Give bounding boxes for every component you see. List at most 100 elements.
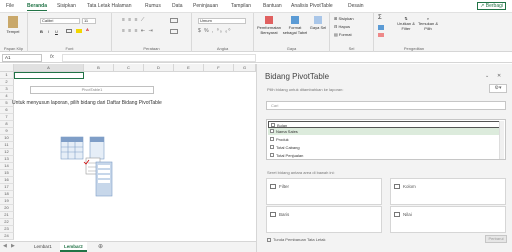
align-left-icons[interactable]: ≡ ≡ ≡ ⇤ ⇥ xyxy=(122,29,154,34)
font-color-icon[interactable]: A xyxy=(86,27,89,32)
tab-home[interactable]: Beranda xyxy=(27,3,48,11)
font-name-select[interactable]: Calibri xyxy=(40,18,80,24)
values-area[interactable]: Nilai xyxy=(390,206,506,233)
select-all-corner[interactable] xyxy=(0,64,14,72)
search-input[interactable]: Cari xyxy=(266,101,506,110)
field-item[interactable]: Total Penjualan xyxy=(268,152,501,159)
pane-dropdown-icon[interactable]: ⌄ xyxy=(485,73,489,79)
name-box[interactable]: A1 xyxy=(2,54,42,62)
row-header[interactable]: 23 xyxy=(0,226,14,233)
tab-help[interactable]: Bantuan xyxy=(263,3,282,9)
scroll-left-icon[interactable]: ◀ xyxy=(3,243,7,249)
italic-button[interactable]: I xyxy=(48,29,49,34)
sort-filter-button[interactable]: ⇅ Urutkan & Filter xyxy=(396,16,416,31)
bold-button[interactable]: B xyxy=(40,29,43,34)
field-checkbox[interactable] xyxy=(270,137,274,141)
format-cells-button[interactable]: ▤ Format xyxy=(334,32,352,37)
paste-button[interactable]: Tempel xyxy=(4,16,22,34)
add-sheet-icon[interactable]: ⊕ xyxy=(98,243,103,250)
close-icon[interactable]: ✕ xyxy=(497,73,501,79)
gear-icon[interactable]: ⚙▾ xyxy=(489,84,507,93)
row-header[interactable]: 6 xyxy=(0,107,14,114)
fill-color-icon[interactable] xyxy=(76,29,82,33)
tab-review[interactable]: Peninjauan xyxy=(193,3,218,9)
delete-cells-button[interactable]: ⊟ Hapus xyxy=(334,24,350,29)
row-header[interactable]: 12 xyxy=(0,149,14,156)
update-button[interactable]: Perbarui xyxy=(485,235,507,243)
row-header[interactable]: 1 xyxy=(0,72,14,79)
tab-insert[interactable]: Sisipkan xyxy=(57,3,76,9)
field-item[interactable]: Nama Sales xyxy=(268,128,501,135)
worksheet-grid[interactable]: A B C D E F G 1 2 3 4 5 6 7 8 9 10 11 12… xyxy=(0,64,256,241)
underline-button[interactable]: U xyxy=(55,29,58,34)
sheet-tab-lembar2[interactable]: Lembar2 xyxy=(60,242,87,252)
tab-file[interactable]: File xyxy=(6,3,14,9)
field-checkbox[interactable] xyxy=(270,153,274,157)
row-header[interactable]: 11 xyxy=(0,142,14,149)
row-header[interactable]: 21 xyxy=(0,212,14,219)
row-header[interactable]: 24 xyxy=(0,233,14,240)
tab-pivot-analyze[interactable]: Analisis PivotTable xyxy=(291,3,333,9)
row-header[interactable]: 13 xyxy=(0,156,14,163)
fx-icon[interactable]: fx xyxy=(50,54,54,60)
row-header[interactable]: 7 xyxy=(0,114,14,121)
find-select-button[interactable]: ⌕ Temukan & Pilih xyxy=(418,16,438,31)
row-header[interactable]: 3 xyxy=(0,86,14,93)
field-checkbox[interactable] xyxy=(271,123,275,127)
row-header[interactable]: 16 xyxy=(0,177,14,184)
defer-update-checkbox[interactable]: Tunda Pembaruan Tata Letak xyxy=(267,237,325,242)
columns-area[interactable]: Kolom xyxy=(390,178,506,205)
defer-checkbox-box[interactable] xyxy=(267,237,271,242)
cell-styles-button[interactable]: Gaya Sel xyxy=(308,16,328,30)
field-item[interactable]: Produk xyxy=(268,136,501,143)
sheet-tab-lembar1[interactable]: Lembar1 xyxy=(30,242,56,252)
row-header[interactable]: 20 xyxy=(0,205,14,212)
number-format-select[interactable]: Umum xyxy=(198,18,246,24)
align-top-icons[interactable]: ≡ ≡ ≡ ⟋ xyxy=(122,18,145,23)
row-header[interactable]: 10 xyxy=(0,135,14,142)
font-size-select[interactable]: 11 xyxy=(82,18,96,24)
tab-data[interactable]: Data xyxy=(172,3,183,9)
row-header[interactable]: 8 xyxy=(0,121,14,128)
pivot-placeholder-title-box[interactable]: PivotTable1 xyxy=(30,86,154,94)
filters-area[interactable]: Filter xyxy=(266,178,382,205)
share-button[interactable]: ↗ Berbagi xyxy=(477,2,506,10)
active-cell[interactable] xyxy=(14,72,84,79)
tab-formulas[interactable]: Rumus xyxy=(145,3,161,9)
format-as-table-button[interactable]: Format sebagai Tabel xyxy=(282,16,308,35)
row-header[interactable]: 18 xyxy=(0,191,14,198)
rows-area[interactable]: Baris xyxy=(266,206,382,233)
column-header[interactable]: D xyxy=(144,64,174,72)
column-header[interactable]: A xyxy=(14,64,84,72)
column-header[interactable]: E xyxy=(174,64,204,72)
tab-view[interactable]: Tampilan xyxy=(231,3,251,9)
field-item[interactable]: Bulan xyxy=(268,121,501,128)
row-header[interactable]: 19 xyxy=(0,198,14,205)
clear-icon[interactable] xyxy=(378,33,384,37)
column-header[interactable]: C xyxy=(114,64,144,72)
fill-icon[interactable] xyxy=(378,25,384,30)
tab-design[interactable]: Desain xyxy=(348,3,364,9)
row-header[interactable]: 9 xyxy=(0,128,14,135)
row-header[interactable]: 14 xyxy=(0,163,14,170)
row-header[interactable]: 15 xyxy=(0,170,14,177)
column-header[interactable]: G xyxy=(234,64,256,72)
row-header[interactable]: 17 xyxy=(0,184,14,191)
merge-center-icon[interactable] xyxy=(170,29,178,34)
column-header[interactable]: F xyxy=(204,64,234,72)
tab-page-layout[interactable]: Tata Letak Halaman xyxy=(87,3,131,9)
field-checkbox[interactable] xyxy=(270,129,274,133)
row-header[interactable]: 2 xyxy=(0,79,14,86)
column-header[interactable]: B xyxy=(84,64,114,72)
insert-cells-button[interactable]: ⊞ Sisipkan xyxy=(334,16,354,21)
row-header[interactable]: 22 xyxy=(0,219,14,226)
field-checkbox[interactable] xyxy=(270,145,274,149)
formula-input[interactable] xyxy=(62,54,256,62)
number-format-icons[interactable]: $ % , ⁰₀ ₀⁰ xyxy=(198,29,231,34)
field-list-scrollbar[interactable] xyxy=(499,121,504,159)
borders-icon[interactable] xyxy=(66,29,72,33)
row-header[interactable]: 4 xyxy=(0,93,14,100)
autosum-icon[interactable]: Σ xyxy=(378,15,382,21)
wrap-text-icon[interactable] xyxy=(170,18,178,23)
conditional-formatting-button[interactable]: Pemformatan Bersyarat xyxy=(256,16,282,35)
